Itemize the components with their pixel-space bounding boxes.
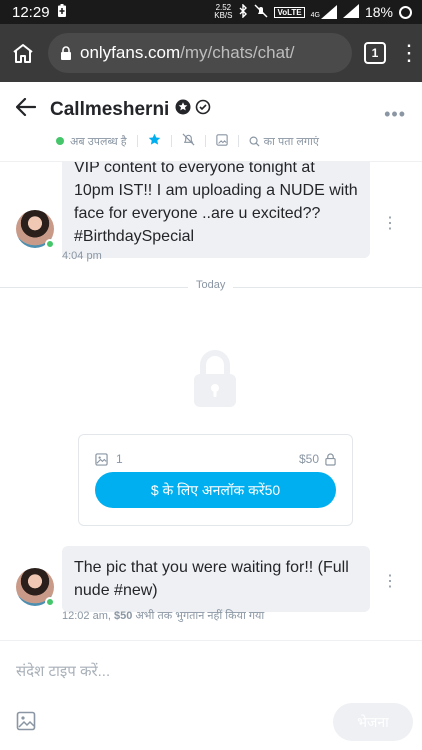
mute-notifications-button[interactable] — [182, 133, 195, 149]
search-label: का पता लगाएं — [263, 135, 319, 148]
avatar[interactable] — [16, 568, 55, 607]
locked-media-icon — [193, 350, 237, 413]
network-speed: 2.52 KB/S — [214, 3, 233, 20]
lock-icon — [61, 46, 71, 60]
ppv-price: $50 — [299, 452, 336, 466]
message-time: 4:04 pm — [62, 250, 102, 262]
message-1: VIP content to everyone tonight at 10pm … — [16, 162, 408, 262]
status-time: 12:29 — [12, 3, 50, 21]
message-text: VIP content to everyone tonight at 10pm … — [74, 162, 358, 245]
star-badge-icon — [175, 99, 191, 120]
divider — [170, 135, 172, 147]
payment-status: अभी तक भुगतान नहीं किया गया — [135, 610, 265, 622]
message-bubble: VIP content to everyone tonight at 10pm … — [62, 162, 370, 258]
chat-messages[interactable]: VIP content to everyone tonight at 10pm … — [0, 162, 422, 638]
message-bubble: The pic that you were waiting for!! (Ful… — [62, 546, 370, 612]
online-status: अब उपलब्ध है — [70, 135, 127, 148]
chat-user-name[interactable]: Callmesherni — [50, 99, 169, 121]
online-indicator — [45, 597, 55, 607]
tabs-button[interactable]: 1 — [364, 42, 386, 64]
message-input[interactable] — [16, 657, 406, 685]
divider — [237, 135, 239, 147]
url-path: /my/chats/chat/ — [180, 43, 295, 62]
signal-icon: 4G — [311, 5, 337, 19]
url-host: onlyfans.com — [80, 43, 181, 62]
favorite-button[interactable] — [148, 133, 161, 149]
date-divider-label: Today — [188, 279, 234, 291]
message-options-button[interactable]: ⋮ — [382, 216, 398, 232]
image-icon — [95, 452, 108, 466]
message-text: The pic that you were waiting for!! (Ful… — [74, 559, 349, 599]
message-time: 12:02 am, — [62, 610, 111, 622]
volte-badge: VoLTE — [274, 6, 305, 18]
send-button[interactable]: भेजना — [333, 703, 413, 741]
battery-icon — [399, 5, 412, 19]
image-icon — [215, 133, 228, 146]
verified-icon — [195, 99, 211, 120]
media-count: 1 — [95, 452, 123, 466]
message-composer: भेजना — [0, 640, 422, 750]
bluetooth-icon — [238, 2, 248, 21]
home-icon — [13, 44, 33, 63]
address-bar[interactable]: onlyfans.com/my/chats/chat/ — [48, 33, 352, 73]
chat-header: Callmesherni ••• अब उपलब्ध है का पता लगा… — [0, 82, 422, 162]
home-button[interactable] — [10, 40, 36, 66]
lock-icon — [325, 452, 336, 466]
chat-options-button[interactable]: ••• — [384, 104, 406, 125]
message-price: $50 — [113, 610, 133, 622]
browser-menu-button[interactable]: ⋮ — [398, 42, 420, 64]
mute-icon — [254, 4, 268, 21]
message-options-button[interactable]: ⋮ — [382, 574, 398, 590]
unlock-button[interactable]: $ के लिए अनलॉक करें50 — [95, 472, 336, 508]
bell-off-icon — [182, 133, 195, 146]
avatar[interactable] — [16, 210, 55, 249]
online-indicator — [45, 239, 55, 249]
search-icon — [249, 136, 260, 147]
online-indicator — [56, 137, 64, 145]
ppv-card: 1 $50 $ के लिए अनलॉक करें50 — [78, 434, 353, 526]
battery-level: 18% — [364, 4, 393, 20]
star-icon — [148, 133, 160, 145]
browser-toolbar: onlyfans.com/my/chats/chat/ 1 ⋮ — [0, 24, 422, 82]
attach-image-button[interactable] — [16, 711, 36, 736]
status-bar: 12:29 2.52 KB/S VoLTE 4G 18% — [0, 0, 422, 24]
signal-icon-2 — [342, 3, 359, 21]
image-icon — [16, 711, 36, 731]
divider — [136, 135, 138, 147]
divider — [204, 135, 206, 147]
message-2: The pic that you were waiting for!! (Ful… — [16, 546, 408, 636]
message-meta: 12:02 am, $50 अभी तक भुगतान नहीं किया गय… — [62, 608, 264, 623]
back-button[interactable] — [15, 97, 37, 121]
battery-saver-icon — [57, 3, 66, 21]
arrow-left-icon — [15, 97, 37, 117]
search-chat-button[interactable]: का पता लगाएं — [249, 134, 319, 149]
media-gallery-button[interactable] — [215, 133, 228, 149]
